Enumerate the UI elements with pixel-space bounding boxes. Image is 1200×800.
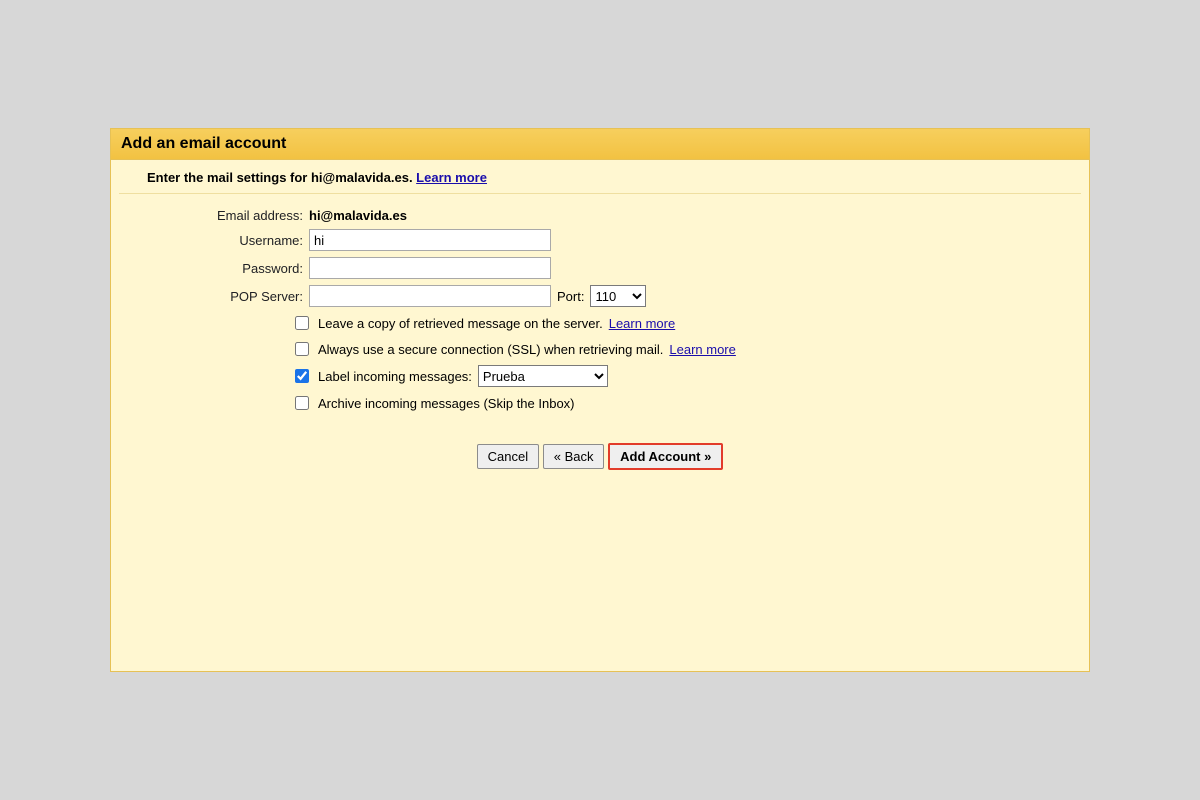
subheader-prefix: Enter the mail settings for — [147, 170, 311, 185]
pop-server-label: POP Server: — [139, 289, 309, 304]
row-label-incoming: Label incoming messages: Prueba — [291, 365, 1061, 387]
row-archive: Archive incoming messages (Skip the Inbo… — [291, 393, 1061, 413]
row-password: Password: — [139, 257, 1061, 279]
archive-label: Archive incoming messages (Skip the Inbo… — [318, 396, 575, 411]
row-leave-copy: Leave a copy of retrieved message on the… — [291, 313, 1061, 333]
row-email: Email address: hi@malavida.es — [139, 208, 1061, 223]
username-label: Username: — [139, 233, 309, 248]
button-row: Cancel « Back Add Account » — [139, 443, 1061, 470]
add-account-button[interactable]: Add Account » — [608, 443, 723, 470]
port-label: Port: — [557, 289, 584, 304]
cancel-button[interactable]: Cancel — [477, 444, 539, 469]
archive-checkbox[interactable] — [295, 396, 309, 410]
add-email-account-dialog: Add an email account Enter the mail sett… — [110, 128, 1090, 672]
row-username: Username: — [139, 229, 1061, 251]
leave-copy-label: Leave a copy of retrieved message on the… — [318, 316, 603, 331]
username-input[interactable] — [309, 229, 551, 251]
ssl-checkbox[interactable] — [295, 342, 309, 356]
label-incoming-select[interactable]: Prueba — [478, 365, 608, 387]
subheader-email: hi@malavida.es — [311, 170, 409, 185]
email-value: hi@malavida.es — [309, 208, 407, 223]
dialog-titlebar: Add an email account — [111, 129, 1089, 160]
ssl-label: Always use a secure connection (SSL) whe… — [318, 342, 663, 357]
learn-more-link[interactable]: Learn more — [416, 170, 487, 185]
dialog-content: Email address: hi@malavida.es Username: … — [111, 194, 1089, 484]
port-select[interactable]: 110 — [590, 285, 646, 307]
row-ssl: Always use a secure connection (SSL) whe… — [291, 339, 1061, 359]
password-label: Password: — [139, 261, 309, 276]
leave-copy-checkbox[interactable] — [295, 316, 309, 330]
label-incoming-label: Label incoming messages: — [318, 369, 472, 384]
back-button[interactable]: « Back — [543, 444, 605, 469]
dialog-subheader: Enter the mail settings for hi@malavida.… — [119, 160, 1081, 194]
pop-server-input[interactable] — [309, 285, 551, 307]
leave-copy-learn-more-link[interactable]: Learn more — [609, 316, 675, 331]
dialog-title: Add an email account — [121, 135, 1079, 153]
row-pop-server: POP Server: Port: 110 — [139, 285, 1061, 307]
label-incoming-checkbox[interactable] — [295, 369, 309, 383]
ssl-learn-more-link[interactable]: Learn more — [669, 342, 735, 357]
password-input[interactable] — [309, 257, 551, 279]
email-label: Email address: — [139, 208, 309, 223]
